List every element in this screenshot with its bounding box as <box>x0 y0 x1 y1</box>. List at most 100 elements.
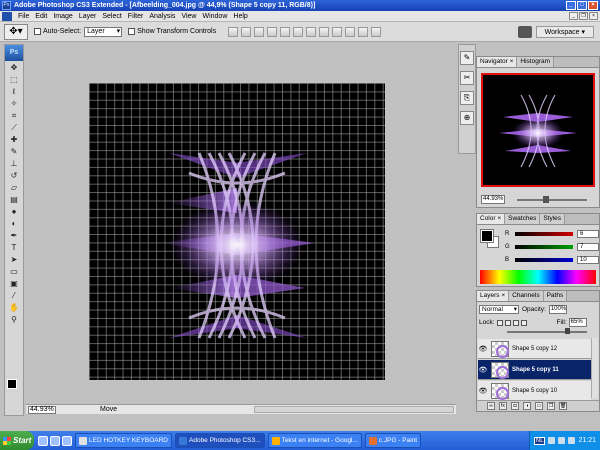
pen-tool-icon[interactable]: ✒ <box>6 230 22 241</box>
workspace-button[interactable]: Workspace ▾ <box>535 25 594 38</box>
tab-styles[interactable]: Styles <box>540 214 566 224</box>
tray-icon[interactable] <box>558 437 566 444</box>
path-selection-tool-icon[interactable]: ➤ <box>6 254 22 265</box>
quicklaunch-icon[interactable] <box>50 435 60 446</box>
shape-tool-icon[interactable]: ▭ <box>6 266 22 277</box>
tray-icon[interactable] <box>568 437 576 444</box>
crop-tool-icon[interactable]: ⌗ <box>6 110 22 121</box>
blue-slider[interactable] <box>515 258 573 262</box>
navigator-zoom-field[interactable]: 44.93% <box>481 195 505 204</box>
align-vcenter-icon[interactable] <box>241 26 252 37</box>
tab-navigator[interactable]: Navigator × <box>477 57 518 67</box>
align-top-icon[interactable] <box>228 26 239 37</box>
taskbar-item-active[interactable]: Adobe Photoshop CS3... <box>175 433 265 448</box>
tab-color[interactable]: Color × <box>477 214 506 224</box>
blur-tool-icon[interactable]: ● <box>6 206 22 217</box>
maximize-button[interactable]: □ <box>577 1 587 10</box>
color-foreground-swatch[interactable] <box>480 229 494 243</box>
move-tool-preset-icon[interactable]: ✥▾ <box>4 23 28 40</box>
menu-layer[interactable]: Layer <box>76 13 100 20</box>
taskbar-item[interactable]: c.JPG - Paint <box>364 433 422 448</box>
doc-minimize-button[interactable]: _ <box>569 12 578 20</box>
bridge-icon[interactable] <box>517 25 532 38</box>
align-right-icon[interactable] <box>293 26 304 37</box>
menu-file[interactable]: File <box>15 13 32 20</box>
distribute-right-icon[interactable] <box>371 26 382 37</box>
layers-scrollbar[interactable] <box>591 338 598 398</box>
zoom-tool-icon[interactable]: ⚲ <box>6 314 22 325</box>
layer-row-selected[interactable]: 👁 Shape 5 copy 11 <box>478 360 591 380</box>
distribute-bottom-icon[interactable] <box>332 26 343 37</box>
distribute-hcenter-icon[interactable] <box>358 26 369 37</box>
eraser-tool-icon[interactable]: ▱ <box>6 182 22 193</box>
hand-tool-icon[interactable]: ✋ <box>6 302 22 313</box>
distribute-top-icon[interactable] <box>306 26 317 37</box>
status-zoom-field[interactable]: 44.93% <box>28 405 56 414</box>
layer-row[interactable]: 👁 Shape 5 copy 10 <box>478 381 591 401</box>
green-slider[interactable] <box>515 245 573 249</box>
move-tool-icon[interactable]: ✥ <box>6 62 22 73</box>
eye-icon[interactable]: 👁 <box>478 387 488 395</box>
navigator-zoom-slider[interactable] <box>517 196 587 203</box>
navigator-thumbnail[interactable] <box>481 73 595 187</box>
blue-value-field[interactable]: 10 <box>577 256 599 264</box>
horizontal-scrollbar[interactable] <box>254 406 454 413</box>
minimize-button[interactable]: _ <box>566 1 576 10</box>
link-icon[interactable]: ∞ <box>487 402 495 410</box>
taskbar-item[interactable]: LED HOTKEY KEYBOARD <box>75 433 172 448</box>
notes-tool-icon[interactable]: ▣ <box>6 278 22 289</box>
eye-icon[interactable]: 👁 <box>478 366 488 374</box>
red-slider[interactable] <box>515 232 573 236</box>
healing-brush-tool-icon[interactable]: ✚ <box>6 134 22 145</box>
menu-select[interactable]: Select <box>99 13 124 20</box>
lasso-tool-icon[interactable]: ℓ <box>6 86 22 97</box>
layer-comps-panel-icon[interactable]: ⎘ <box>460 91 474 105</box>
type-tool-icon[interactable]: T <box>6 242 22 253</box>
clone-stamp-tool-icon[interactable]: ⊥ <box>6 158 22 169</box>
slice-tool-icon[interactable]: ⟋ <box>6 122 22 133</box>
foreground-color-swatch[interactable] <box>7 379 17 389</box>
doc-restore-button[interactable]: ❐ <box>579 12 588 20</box>
trash-icon[interactable]: 🗑 <box>559 402 567 410</box>
marquee-tool-icon[interactable]: ⬚ <box>6 74 22 85</box>
quicklaunch-icon[interactable] <box>38 435 48 446</box>
align-left-icon[interactable] <box>267 26 278 37</box>
lock-position-icon[interactable] <box>512 319 519 326</box>
lock-image-icon[interactable] <box>504 319 511 326</box>
align-hcenter-icon[interactable] <box>280 26 291 37</box>
taskbar-item[interactable]: Tekst en internet - Googl... <box>267 433 362 448</box>
document-icon[interactable] <box>2 11 12 21</box>
brush-tool-icon[interactable]: ✎ <box>6 146 22 157</box>
document-canvas[interactable] <box>89 83 385 380</box>
layer-row[interactable]: 👁 Shape 5 copy 12 <box>478 339 591 359</box>
distribute-left-icon[interactable] <box>345 26 356 37</box>
new-layer-icon[interactable]: ❐ <box>547 402 555 410</box>
opacity-field[interactable]: 100% <box>548 305 567 314</box>
fill-slider[interactable] <box>507 328 587 334</box>
menu-window[interactable]: Window <box>199 13 230 20</box>
lock-transparency-icon[interactable] <box>496 319 503 326</box>
tab-paths[interactable]: Paths <box>543 291 568 301</box>
doc-close-button[interactable]: × <box>589 12 598 20</box>
menu-analysis[interactable]: Analysis <box>146 13 178 20</box>
color-spectrum-bar[interactable] <box>480 270 596 284</box>
fx-icon[interactable]: fx <box>499 402 507 410</box>
adjustment-icon[interactable]: ◑ <box>523 402 531 410</box>
green-value-field[interactable]: 7 <box>577 243 599 251</box>
quicklaunch-icon[interactable] <box>62 435 72 446</box>
menu-help[interactable]: Help <box>230 13 250 20</box>
tab-channels[interactable]: Channels <box>509 291 544 301</box>
dodge-tool-icon[interactable]: ◐ <box>6 218 22 229</box>
tool-presets-panel-icon[interactable]: ✂ <box>460 71 474 85</box>
auto-select-checkbox[interactable] <box>34 28 41 35</box>
menu-image[interactable]: Image <box>50 13 75 20</box>
start-button[interactable]: Start <box>0 431 34 450</box>
align-bottom-icon[interactable] <box>254 26 265 37</box>
menu-view[interactable]: View <box>178 13 199 20</box>
gradient-tool-icon[interactable]: ▤ <box>6 194 22 205</box>
brushes-panel-icon[interactable]: ✎ <box>460 51 474 65</box>
eye-icon[interactable]: 👁 <box>478 345 488 353</box>
language-indicator[interactable]: NL <box>533 436 546 445</box>
menu-edit[interactable]: Edit <box>32 13 50 20</box>
magic-wand-tool-icon[interactable]: ✧ <box>6 98 22 109</box>
